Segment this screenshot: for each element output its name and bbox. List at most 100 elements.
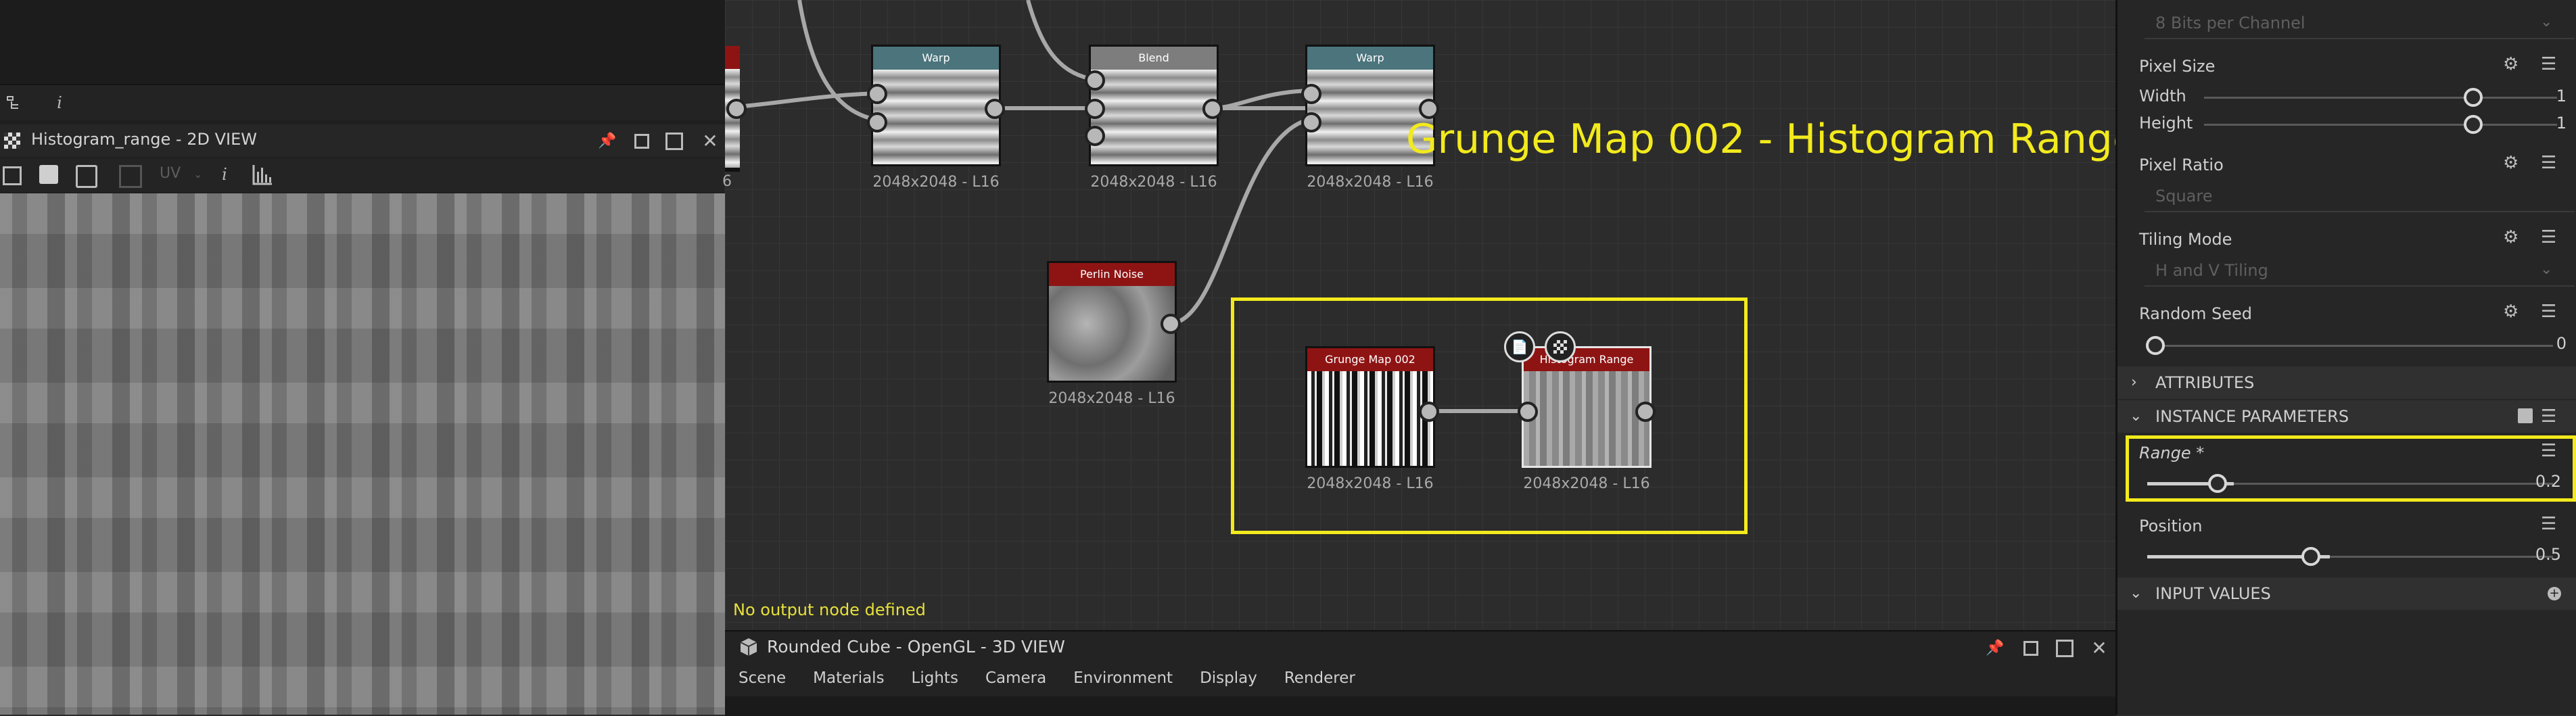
warp-2-input-port[interactable] [1301, 112, 1321, 133]
menu-scene[interactable]: Scene [739, 669, 786, 687]
node-thumbnail [1049, 286, 1175, 381]
uv-dropdown[interactable]: UV [160, 165, 181, 182]
partial-node-output-port[interactable] [726, 99, 747, 119]
menu-icon[interactable]: ☰ [2541, 54, 2556, 74]
output-format-select[interactable]: 8 Bits per Channel [2145, 8, 2575, 39]
menu-icon[interactable]: ☰ [2541, 153, 2556, 173]
node-perlin-noise[interactable]: Perlin Noise 2048x2048 - L16 [1047, 261, 1177, 407]
warp-1-input-port[interactable] [867, 112, 887, 133]
close-icon[interactable]: ✕ [2090, 637, 2109, 659]
connect-parameter-icon[interactable]: ⚙ [2503, 153, 2519, 173]
width-slider-track[interactable] [2204, 97, 2557, 99]
node-size-label: 2048x2048 - L16 [1090, 174, 1217, 191]
menu-icon[interactable]: ☰ [2541, 514, 2556, 534]
view-mode-icon[interactable] [3, 166, 22, 185]
position-slider-knob[interactable] [2301, 547, 2320, 566]
range-label: Range * [2139, 444, 2205, 462]
node-thumbnail [873, 70, 999, 164]
width-slider-knob[interactable] [2464, 88, 2483, 107]
blend-input-port[interactable] [1085, 70, 1105, 91]
blend-input-port[interactable] [1085, 126, 1105, 146]
random-seed-value[interactable]: 0 [2510, 334, 2567, 353]
preview-2d-icon[interactable] [1545, 331, 1576, 362]
width-value[interactable]: 1 [2510, 87, 2567, 105]
menu-lights[interactable]: Lights [912, 669, 958, 687]
input-values-section-header[interactable]: ⌄ INPUT VALUES + [2117, 577, 2576, 610]
height-slider-track[interactable] [2204, 124, 2557, 126]
tiling-mode-select[interactable]: H and V Tiling [2145, 256, 2575, 287]
range-slider-knob[interactable] [2208, 474, 2227, 493]
hierarchy-icon[interactable] [4, 93, 23, 112]
menu-materials[interactable]: Materials [813, 669, 884, 687]
attributes-section-header[interactable]: › ATTRIBUTES [2117, 366, 2576, 399]
menu-display[interactable]: Display [1200, 669, 1257, 687]
pixel-ratio-select[interactable]: Square [2145, 181, 2575, 212]
connect-parameter-icon[interactable]: ⚙ [2503, 227, 2519, 247]
node-blend[interactable]: Blend 2048x2048 - L16 [1089, 45, 1219, 191]
menu-icon[interactable]: ☰ [2541, 302, 2556, 322]
restore-icon[interactable] [634, 134, 649, 149]
grunge-map-output-port[interactable] [1419, 402, 1439, 422]
node-histogram-range[interactable]: Histogram Range 2048x2048 - L16 [1522, 346, 1652, 492]
node-title: Warp [873, 47, 999, 70]
position-value[interactable]: 0.5 [2496, 545, 2561, 564]
pin-icon[interactable]: 📌 [598, 131, 617, 150]
menu-camera[interactable]: Camera [985, 669, 1046, 687]
image-icon[interactable] [119, 165, 142, 188]
properties-empty-area [2117, 611, 2576, 715]
document-icon[interactable]: 📄 [1504, 331, 1535, 362]
left-info-toolbar: i [0, 84, 725, 120]
menu-icon[interactable]: ☰ [2541, 400, 2556, 433]
node-size-label: 2048x2048 - L16 [1523, 475, 1650, 492]
chevron-down-icon: ⌄ [2130, 585, 2142, 602]
menu-environment[interactable]: Environment [1073, 669, 1173, 687]
histogram-range-output-port[interactable] [1635, 402, 1656, 422]
histogram-icon[interactable] [252, 164, 273, 188]
histogram-range-input-port[interactable] [1518, 402, 1538, 422]
menu-renderer[interactable]: Renderer [1284, 669, 1355, 687]
warp-1-output-port[interactable] [985, 99, 1005, 119]
blend-output-port[interactable] [1202, 99, 1223, 119]
attributes-label: ATTRIBUTES [2155, 373, 2255, 392]
random-seed-slider-track[interactable] [2147, 345, 2553, 347]
close-icon[interactable]: ✕ [701, 130, 720, 152]
restore-icon[interactable] [2023, 641, 2038, 656]
3d-viewport[interactable] [725, 696, 2115, 716]
texture-preview[interactable] [0, 193, 725, 715]
position-label: Position [2139, 517, 2203, 535]
node-size-label: 2048x2048 - L16 [1307, 475, 1434, 492]
instance-parameters-section-header[interactable]: ⌄ INSTANCE PARAMETERS ☰ [2117, 400, 2576, 433]
node-size-label: 2048x2048 - L16 [1307, 174, 1434, 191]
copy-icon[interactable] [76, 165, 97, 188]
maximize-icon[interactable] [665, 133, 683, 150]
info-icon[interactable]: i [50, 93, 69, 112]
maximize-icon[interactable] [2056, 640, 2074, 657]
partial-node-size-label: 6 [722, 173, 732, 190]
blend-input-port[interactable] [1085, 99, 1105, 119]
height-slider-knob[interactable] [2464, 115, 2483, 134]
range-value[interactable]: 0.2 [2496, 472, 2561, 491]
chevron-down-icon: ⌄ [2540, 261, 2553, 278]
graph-canvas[interactable]: 6 Warp 2048x2048 - L16 Blend 2048x2048 -… [722, 0, 2138, 636]
node-thumbnail [1524, 371, 1649, 466]
save-icon[interactable] [39, 165, 58, 184]
height-value[interactable]: 1 [2510, 114, 2567, 133]
connect-parameter-icon[interactable]: ⚙ [2503, 302, 2519, 322]
node-grunge-map-002[interactable]: Grunge Map 002 2048x2048 - L16 [1305, 346, 1435, 492]
preset-icon[interactable] [2518, 408, 2533, 423]
annotation-title: Grunge Map 002 - Histogram Range [1406, 116, 2138, 163]
properties-panel: 8 Bits per Channel ⌄ Pixel Size ⚙ ☰ Widt… [2115, 0, 2576, 715]
warp-2-input-port[interactable] [1301, 84, 1321, 104]
random-seed-slider-knob[interactable] [2146, 336, 2165, 355]
random-seed-label: Random Seed [2139, 304, 2252, 323]
menu-icon[interactable]: ☰ [2541, 227, 2556, 247]
info-icon[interactable]: i [215, 165, 234, 184]
add-icon[interactable]: + [2548, 587, 2561, 600]
cube-icon [739, 637, 759, 657]
menu-icon[interactable]: ☰ [2541, 441, 2556, 461]
perlin-noise-output-port[interactable] [1161, 314, 1181, 334]
connect-parameter-icon[interactable]: ⚙ [2503, 54, 2519, 74]
node-warp-1[interactable]: Warp 2048x2048 - L16 [871, 45, 1001, 191]
warp-1-input-port[interactable] [867, 84, 887, 104]
pin-icon[interactable]: 📌 [1986, 638, 2005, 657]
